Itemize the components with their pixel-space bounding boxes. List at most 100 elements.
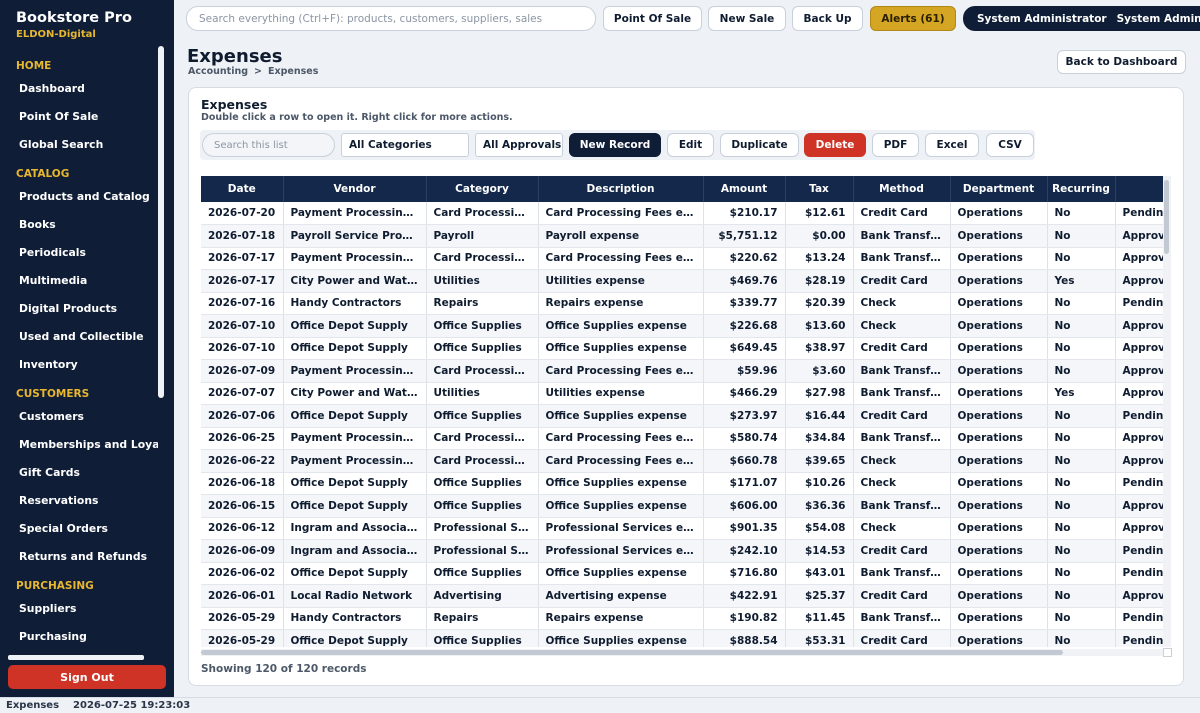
point-of-sale-button[interactable]: Point Of Sale: [603, 6, 702, 31]
cell-department: Operations: [950, 427, 1048, 450]
sidebar-item-books[interactable]: Books: [0, 210, 158, 238]
sign-out-button[interactable]: Sign Out: [8, 665, 166, 689]
column-header-category[interactable]: Category: [426, 176, 539, 202]
table-row[interactable]: 2026-06-25Payment Processing ServicesCar…: [201, 427, 1163, 450]
cell-category: Office Supplies: [426, 562, 539, 585]
table-row[interactable]: 2026-05-29 Office Depot Supply Office Supp…: [201, 629, 1163, 647]
cell-description: Card Processing Fees expense: [538, 427, 704, 450]
cell-vendor: Payment Processing Services: [283, 202, 427, 225]
sidebar-item-suppliers[interactable]: Suppliers: [0, 594, 158, 622]
cell-vendor: Ingram and Associates: [283, 539, 427, 563]
table-row[interactable]: 2026-07-16 Handy Contractors Repairs Repair…: [201, 292, 1163, 315]
delete-button[interactable]: Delete: [804, 133, 866, 157]
cell-tax: $3.60: [785, 359, 854, 383]
table-row[interactable]: 2026-07-10 Office Depot Supply Office Supp…: [201, 314, 1163, 338]
csv-export-button[interactable]: CSV: [986, 133, 1034, 157]
cell-department: Operations: [950, 202, 1048, 225]
cell-vendor: Payment Processing Services: [283, 247, 427, 270]
sidebar-item-customers[interactable]: Customers: [0, 402, 158, 430]
category-filter-select[interactable]: All Categories: [341, 133, 469, 157]
sidebar-item-inventory[interactable]: Inventory: [0, 350, 158, 378]
table-row[interactable]: 2026-07-17 City Power and Water Utilities U…: [201, 269, 1163, 293]
table-row[interactable]: 2026-07-20Payment Processing ServicesCar…: [201, 202, 1163, 225]
sidebar-item-periodicals[interactable]: Periodicals: [0, 238, 158, 266]
cell-description: Professional Services expense: [538, 539, 704, 563]
cell-description: Card Processing Fees expense: [538, 449, 704, 473]
table-row[interactable]: 2026-06-09 Ingram and Associates Professio…: [201, 539, 1163, 563]
column-header-department[interactable]: Department: [950, 176, 1048, 202]
table-horizontal-scrollbar[interactable]: [201, 649, 1163, 656]
table-row[interactable]: 2026-05-29 Handy Contractors Repairs Repair…: [201, 607, 1163, 630]
column-header-amount[interactable]: Amount: [703, 176, 786, 202]
column-header-date[interactable]: Date: [201, 176, 284, 202]
sidebar-item-digital-products[interactable]: Digital Products: [0, 294, 158, 322]
sidebar-item-global-search[interactable]: Global Search: [0, 130, 158, 158]
pdf-export-button[interactable]: PDF: [872, 133, 919, 157]
cell-date: 2026-06-15: [201, 494, 284, 518]
column-header-description[interactable]: Description: [538, 176, 704, 202]
vertical-scroll-thumb[interactable]: [1164, 180, 1169, 254]
sidebar-item-special-orders[interactable]: Special Orders: [0, 514, 158, 542]
sidebar-scrollbar[interactable]: [158, 46, 164, 398]
new-record-button[interactable]: New Record: [569, 133, 661, 157]
new-sale-button[interactable]: New Sale: [708, 6, 786, 31]
approval-filter-select[interactable]: All Approvals: [475, 133, 563, 157]
edit-button[interactable]: Edit: [667, 133, 714, 157]
column-header-tax[interactable]: Tax: [785, 176, 854, 202]
column-header-method[interactable]: Method: [853, 176, 951, 202]
cell-date: 2026-07-17: [201, 269, 284, 293]
alerts-button[interactable]: Alerts (61): [870, 6, 956, 31]
table-row[interactable]: 2026-07-07 City Power and Water Utilities U…: [201, 382, 1163, 405]
cell-method: Bank Transfer: [853, 562, 951, 585]
table-row[interactable]: 2026-07-18 Payroll Service Provider Payrol…: [201, 224, 1163, 248]
sidebar-item-purchasing[interactable]: Purchasing: [0, 622, 158, 650]
cell-amount: $469.76: [703, 269, 786, 293]
cell-category: Card Processing Fees: [426, 202, 539, 225]
list-search-input[interactable]: Search this list: [202, 133, 335, 157]
sidebar-item-reservations[interactable]: Reservations: [0, 486, 158, 514]
table-row[interactable]: 2026-07-09Payment Processing ServicesCar…: [201, 359, 1163, 383]
sidebar-item-used-and-collectible[interactable]: Used and Collectible: [0, 322, 158, 350]
column-header-vendor[interactable]: Vendor: [283, 176, 427, 202]
table-vertical-scrollbar[interactable]: [1163, 176, 1171, 647]
expenses-table[interactable]: Date Vendor Category Description Amount Tax Me…: [201, 176, 1163, 647]
table-row[interactable]: 2026-07-06 Office Depot Supply Office Supp…: [201, 404, 1163, 428]
cell-tax: $36.36: [785, 494, 854, 518]
sidebar-item-memberships-and-loyalty[interactable]: Memberships and Loyalty: [0, 430, 158, 458]
table-row[interactable]: 2026-06-22Payment Processing ServicesCar…: [201, 449, 1163, 473]
breadcrumb-accounting[interactable]: Accounting: [188, 66, 248, 77]
back-up-button[interactable]: Back Up: [792, 6, 863, 31]
global-search-input[interactable]: Search everything (Ctrl+F): products, cu…: [186, 6, 596, 31]
sidebar-horizontal-scrollbar[interactable]: [8, 655, 144, 660]
column-header-recurring[interactable]: Recurring: [1047, 176, 1116, 202]
table-row[interactable]: 2026-06-15 Office Depot Supply Office Supp…: [201, 494, 1163, 518]
duplicate-button[interactable]: Duplicate: [720, 133, 799, 157]
table-row[interactable]: 2026-06-02 Office Depot Supply Office Supp…: [201, 562, 1163, 585]
cell-category: Card Processing Fees: [426, 247, 539, 270]
cell-department: Operations: [950, 494, 1048, 518]
sidebar-item-returns-and-refunds[interactable]: Returns and Refunds: [0, 542, 158, 570]
sidebar-item-gift-cards[interactable]: Gift Cards: [0, 458, 158, 486]
cell-date: 2026-07-17: [201, 247, 284, 270]
excel-export-button[interactable]: Excel: [925, 133, 979, 157]
sidebar-item-multimedia[interactable]: Multimedia: [0, 266, 158, 294]
back-to-dashboard-button[interactable]: Back to Dashboard: [1057, 50, 1186, 74]
table-row[interactable]: 2026-07-17Payment Processing ServicesCar…: [201, 247, 1163, 270]
user-menu[interactable]: System Administrator System Administrato…: [963, 6, 1200, 31]
horizontal-scroll-thumb[interactable]: [201, 650, 1063, 655]
table-row[interactable]: 2026-07-10 Office Depot Supply Office Supp…: [201, 337, 1163, 360]
card-hint: Double click a row to open it. Right cli…: [201, 112, 513, 123]
cell-date: 2026-07-07: [201, 382, 284, 405]
sidebar-item-point-of-sale[interactable]: Point Of Sale: [0, 102, 158, 130]
cell-description: Repairs expense: [538, 607, 704, 630]
cell-department: Operations: [950, 472, 1048, 495]
cell-method: Credit Card: [853, 584, 951, 608]
table-row[interactable]: 2026-06-12 Ingram and Associates Professio…: [201, 517, 1163, 540]
table-row[interactable]: 2026-06-01 Local Radio Network Advertising…: [201, 584, 1163, 608]
sidebar-item-products-and-catalog[interactable]: Products and Catalog: [0, 182, 158, 210]
table-row[interactable]: 2026-06-18 Office Depot Supply Office Supp…: [201, 472, 1163, 495]
cell-method: Bank Transfer: [853, 607, 951, 630]
column-header-approval[interactable]: Approval: [1115, 176, 1163, 202]
cell-recurring: No: [1047, 427, 1116, 450]
sidebar-item-dashboard[interactable]: Dashboard: [0, 74, 158, 102]
